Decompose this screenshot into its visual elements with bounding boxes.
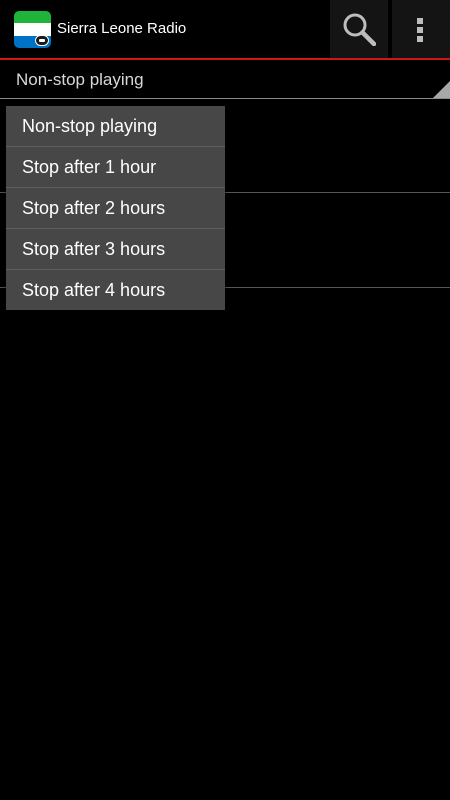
overflow-menu-button[interactable] [392, 0, 450, 58]
app-icon[interactable] [14, 11, 51, 48]
spinner-underline [0, 98, 450, 99]
sleep-timer-dropdown: Non-stop playing Stop after 1 hour Stop … [6, 106, 225, 310]
radio-icon [35, 35, 49, 46]
spinner-selected-value: Non-stop playing [16, 70, 144, 89]
dropdown-option-non-stop[interactable]: Non-stop playing [6, 106, 225, 147]
flag-green-band [14, 11, 51, 24]
sleep-timer-spinner[interactable]: Non-stop playing [0, 60, 450, 99]
dropdown-option-3-hours[interactable]: Stop after 3 hours [6, 229, 225, 270]
spinner-dropdown-arrow-icon [433, 81, 450, 98]
search-button[interactable] [330, 0, 388, 58]
dropdown-option-4-hours[interactable]: Stop after 4 hours [6, 270, 225, 310]
search-icon [343, 13, 376, 46]
flag-white-band [14, 23, 51, 36]
action-bar: Sierra Leone Radio [0, 0, 450, 58]
dropdown-option-1-hour[interactable]: Stop after 1 hour [6, 147, 225, 188]
dropdown-option-2-hours[interactable]: Stop after 2 hours [6, 188, 225, 229]
overflow-menu-icon [417, 18, 423, 42]
app-title: Sierra Leone Radio [57, 20, 187, 37]
